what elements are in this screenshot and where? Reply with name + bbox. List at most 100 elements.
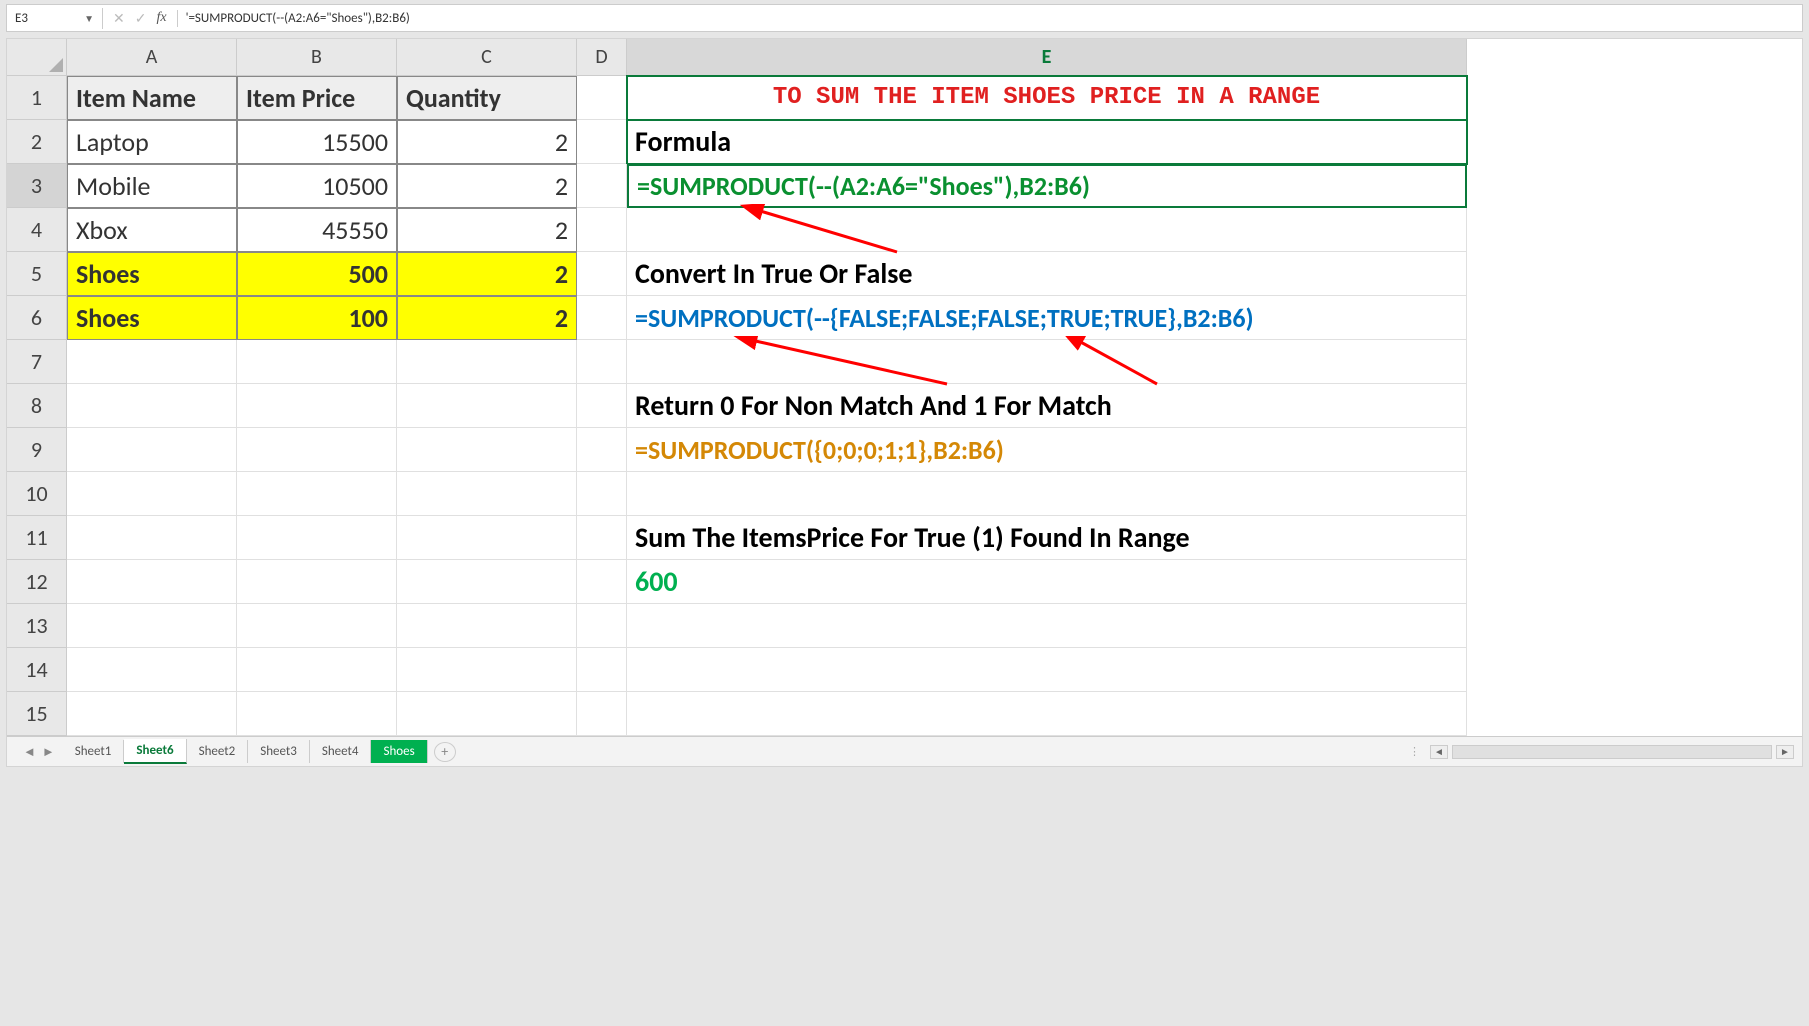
add-sheet-icon[interactable]: + <box>434 742 456 762</box>
cell-C10[interactable] <box>397 472 577 516</box>
cell-D13[interactable] <box>577 604 627 648</box>
cell-E14[interactable] <box>627 648 1467 692</box>
cell-A3[interactable]: Mobile <box>67 164 237 208</box>
row-header-8[interactable]: 8 <box>7 384 67 428</box>
sheet-tab[interactable]: Sheet4 <box>310 740 372 763</box>
cell-C12[interactable] <box>397 560 577 604</box>
cell-B6[interactable]: 100 <box>237 296 397 340</box>
sheet-tab[interactable]: Sheet3 <box>248 740 310 763</box>
cell-E12[interactable]: 600 <box>627 560 1467 604</box>
row-header-7[interactable]: 7 <box>7 340 67 384</box>
cell-E7[interactable] <box>627 340 1467 384</box>
cell-C11[interactable] <box>397 516 577 560</box>
col-header-A[interactable]: A <box>67 39 237 76</box>
cell-D5[interactable] <box>577 252 627 296</box>
cell-B14[interactable] <box>237 648 397 692</box>
cell-B5[interactable]: 500 <box>237 252 397 296</box>
cell-B13[interactable] <box>237 604 397 648</box>
cell-D10[interactable] <box>577 472 627 516</box>
cell-E10[interactable] <box>627 472 1467 516</box>
horizontal-scrollbar[interactable]: ⋮ ◄ ► <box>456 745 1794 759</box>
row-header-5[interactable]: 5 <box>7 252 67 296</box>
cell-D4[interactable] <box>577 208 627 252</box>
cell-A15[interactable] <box>67 692 237 736</box>
cell-A1[interactable]: Item Name <box>67 76 237 120</box>
fx-icon[interactable]: fx <box>156 10 166 26</box>
cell-B4[interactable]: 45550 <box>237 208 397 252</box>
cell-A11[interactable] <box>67 516 237 560</box>
cell-E2[interactable]: Formula <box>627 120 1467 164</box>
row-header-15[interactable]: 15 <box>7 692 67 736</box>
cell-D15[interactable] <box>577 692 627 736</box>
cell-D6[interactable] <box>577 296 627 340</box>
cell-E3[interactable]: =SUMPRODUCT(--(A2:A6="Shoes"),B2:B6) <box>627 164 1467 208</box>
cell-C6[interactable]: 2 <box>397 296 577 340</box>
scroll-left-icon[interactable]: ◄ <box>1430 745 1448 759</box>
cell-D1[interactable] <box>577 76 627 120</box>
cell-C7[interactable] <box>397 340 577 384</box>
sheet-tab-active[interactable]: Sheet6 <box>124 739 186 764</box>
row-header-3[interactable]: 3 <box>7 164 67 208</box>
cell-A8[interactable] <box>67 384 237 428</box>
row-header-11[interactable]: 11 <box>7 516 67 560</box>
row-header-6[interactable]: 6 <box>7 296 67 340</box>
row-header-9[interactable]: 9 <box>7 428 67 472</box>
cell-C1[interactable]: Quantity <box>397 76 577 120</box>
cell-E1[interactable]: TO SUM THE ITEM SHOES PRICE IN A RANGE <box>627 76 1467 120</box>
cell-A12[interactable] <box>67 560 237 604</box>
cell-D12[interactable] <box>577 560 627 604</box>
cell-B15[interactable] <box>237 692 397 736</box>
enter-icon[interactable]: ✓ <box>135 10 147 27</box>
cell-E4[interactable] <box>627 208 1467 252</box>
cell-A9[interactable] <box>67 428 237 472</box>
sheet-tab[interactable]: Sheet1 <box>63 740 125 763</box>
cell-D8[interactable] <box>577 384 627 428</box>
scroll-right-icon[interactable]: ► <box>1776 745 1794 759</box>
cell-C15[interactable] <box>397 692 577 736</box>
cell-B9[interactable] <box>237 428 397 472</box>
cell-D11[interactable] <box>577 516 627 560</box>
cell-A4[interactable]: Xbox <box>67 208 237 252</box>
cell-B7[interactable] <box>237 340 397 384</box>
col-header-C[interactable]: C <box>397 39 577 76</box>
cell-B1[interactable]: Item Price <box>237 76 397 120</box>
cell-B3[interactable]: 10500 <box>237 164 397 208</box>
cell-D2[interactable] <box>577 120 627 164</box>
cell-D3[interactable] <box>577 164 627 208</box>
scroll-track[interactable] <box>1452 745 1772 759</box>
cell-C14[interactable] <box>397 648 577 692</box>
cell-A7[interactable] <box>67 340 237 384</box>
row-header-12[interactable]: 12 <box>7 560 67 604</box>
cell-B12[interactable] <box>237 560 397 604</box>
formula-input[interactable]: '=SUMPRODUCT(--(A2:A6="Shoes"),B2:B6) <box>178 8 1802 29</box>
cancel-icon[interactable]: ✕ <box>113 10 125 27</box>
cell-C2[interactable]: 2 <box>397 120 577 164</box>
cell-B11[interactable] <box>237 516 397 560</box>
cell-B8[interactable] <box>237 384 397 428</box>
cell-A13[interactable] <box>67 604 237 648</box>
name-box[interactable]: E3 ▼ <box>7 8 103 29</box>
cell-E5[interactable]: Convert In True Or False <box>627 252 1467 296</box>
cell-A14[interactable] <box>67 648 237 692</box>
col-header-D[interactable]: D <box>577 39 627 76</box>
chevron-down-icon[interactable]: ▼ <box>84 12 94 25</box>
cell-E13[interactable] <box>627 604 1467 648</box>
row-header-2[interactable]: 2 <box>7 120 67 164</box>
row-header-1[interactable]: 1 <box>7 76 67 120</box>
tab-prev-icon[interactable]: ◄ <box>23 744 36 760</box>
cell-A5[interactable]: Shoes <box>67 252 237 296</box>
cell-B10[interactable] <box>237 472 397 516</box>
cell-E11[interactable]: Sum The ItemsPrice For True (1) Found In… <box>627 516 1467 560</box>
cell-E6[interactable]: =SUMPRODUCT(--{FALSE;FALSE;FALSE;TRUE;TR… <box>627 296 1467 340</box>
tab-next-icon[interactable]: ► <box>42 744 55 760</box>
cell-E9[interactable]: =SUMPRODUCT({0;0;0;1;1},B2:B6) <box>627 428 1467 472</box>
col-header-E[interactable]: E <box>627 39 1467 76</box>
cell-E8[interactable]: Return 0 For Non Match And 1 For Match <box>627 384 1467 428</box>
cell-B2[interactable]: 15500 <box>237 120 397 164</box>
row-header-13[interactable]: 13 <box>7 604 67 648</box>
col-header-B[interactable]: B <box>237 39 397 76</box>
select-all-corner[interactable] <box>7 39 67 76</box>
cell-C5[interactable]: 2 <box>397 252 577 296</box>
cell-A10[interactable] <box>67 472 237 516</box>
row-header-10[interactable]: 10 <box>7 472 67 516</box>
